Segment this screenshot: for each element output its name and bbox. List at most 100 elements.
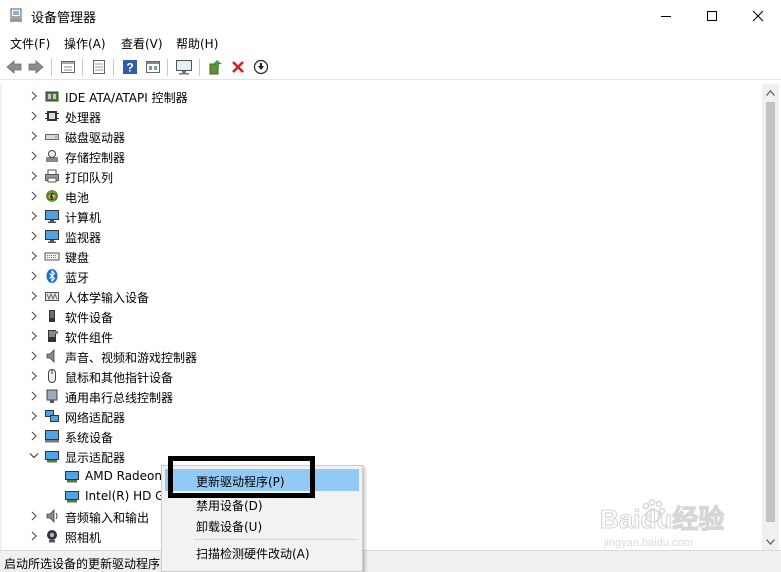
view-button[interactable] xyxy=(89,57,109,77)
download-button[interactable] xyxy=(251,57,271,77)
tree-category[interactable]: IDE ATA/ATAPI 控制器 xyxy=(0,86,762,106)
back-icon xyxy=(6,60,22,74)
tree-item-label: AMD Radeon xyxy=(85,469,162,483)
chevron-right-icon[interactable] xyxy=(29,330,39,342)
toolbar: ? xyxy=(0,55,781,80)
chevron-right-icon[interactable] xyxy=(29,110,39,122)
chevron-up-icon xyxy=(766,89,775,96)
properties-button[interactable] xyxy=(58,57,78,77)
scroll-up-button[interactable] xyxy=(762,84,779,101)
close-button[interactable] xyxy=(735,0,781,31)
tree-category[interactable]: 人体学输入设备 xyxy=(0,286,762,306)
tree-item-label: 电池 xyxy=(65,191,90,205)
chevron-right-icon[interactable] xyxy=(29,130,39,142)
chevron-right-icon[interactable] xyxy=(29,90,39,102)
tree-item-label: 键盘 xyxy=(65,251,90,265)
network-adapter-icon xyxy=(45,410,59,422)
watermark-url: jingyan.baidu.com xyxy=(603,537,693,549)
chevron-down-icon[interactable] xyxy=(29,450,39,462)
tree-item-label: IDE ATA/ATAPI 控制器 xyxy=(65,91,188,105)
menu-action[interactable]: 操作(A) xyxy=(64,35,106,52)
menu-scan-hardware[interactable]: 扫描检测硬件改动(A) xyxy=(165,541,359,563)
display-adapter-icon xyxy=(45,451,59,463)
audio-io-icon xyxy=(46,509,58,523)
chevron-right-icon[interactable] xyxy=(29,510,39,522)
tree-category[interactable]: 存储控制器 xyxy=(0,146,762,166)
tree-item-label: 监视器 xyxy=(65,231,102,245)
tree-category[interactable]: 通用串行总线控制器 xyxy=(0,386,762,406)
tree-category[interactable]: 监视器 xyxy=(0,226,762,246)
tree-child-item[interactable]: AMD Radeon xyxy=(0,466,762,486)
ide-controller-icon xyxy=(45,91,59,102)
mouse-icon xyxy=(48,369,56,383)
title-bar: 设备管理器 xyxy=(0,0,781,31)
tree-category[interactable]: 软件设备 xyxy=(0,306,762,326)
help-button[interactable]: ? xyxy=(120,57,140,77)
chevron-right-icon[interactable] xyxy=(29,210,39,222)
tree-category[interactable]: 声音、视频和游戏控制器 xyxy=(0,346,762,366)
maximize-button[interactable] xyxy=(689,0,735,31)
menu-help[interactable]: 帮助(H) xyxy=(176,35,218,52)
chevron-right-icon[interactable] xyxy=(29,270,39,282)
update-driver-button[interactable] xyxy=(205,57,225,77)
minimize-button[interactable] xyxy=(643,0,689,31)
chevron-right-icon[interactable] xyxy=(29,390,39,402)
tree-item-label: 音频输入和输出 xyxy=(65,511,150,525)
tree-category[interactable]: 蓝牙 xyxy=(0,266,762,286)
software-component-icon xyxy=(48,330,58,342)
scroll-thumb[interactable] xyxy=(766,102,775,522)
chevron-right-icon[interactable] xyxy=(29,170,39,182)
chevron-right-icon[interactable] xyxy=(29,230,39,242)
tree-category[interactable]: 磁盘驱动器 xyxy=(0,126,762,146)
menu-bar: 文件(F) 操作(A) 查看(V) 帮助(H) xyxy=(0,31,781,53)
menu-uninstall-device-label: 卸载设备(U) xyxy=(196,520,263,534)
chevron-right-icon[interactable] xyxy=(29,410,39,422)
tree-item-label: 软件组件 xyxy=(65,331,114,345)
update-driver-icon xyxy=(209,60,222,75)
tree-category[interactable]: 软件组件 xyxy=(0,326,762,346)
tree-category[interactable]: 计算机 xyxy=(0,206,762,226)
toolbar-separator xyxy=(199,59,200,76)
tree-category[interactable]: 电池 xyxy=(0,186,762,206)
tree-category[interactable]: 键盘 xyxy=(0,246,762,266)
download-icon xyxy=(253,59,269,75)
toolbar-separator xyxy=(113,59,114,76)
scan-hardware-button[interactable] xyxy=(174,57,194,77)
forward-button[interactable] xyxy=(26,57,46,77)
view-details-button[interactable] xyxy=(143,57,163,77)
tree-category[interactable]: 鼠标和其他指针设备 xyxy=(0,366,762,386)
tree-category[interactable]: 显示适配器 xyxy=(0,446,762,466)
hid-icon xyxy=(45,292,59,301)
tree-category[interactable]: 打印队列 xyxy=(0,166,762,186)
chevron-right-icon[interactable] xyxy=(29,310,39,322)
vertical-scrollbar[interactable] xyxy=(762,84,779,550)
chevron-right-icon[interactable] xyxy=(29,250,39,262)
tree-category[interactable]: 系统设备 xyxy=(0,426,762,446)
maximize-icon xyxy=(707,10,717,21)
monitor-scan-icon xyxy=(176,60,192,75)
chevron-right-icon[interactable] xyxy=(29,150,39,162)
tree-item-label: 蓝牙 xyxy=(65,271,90,285)
menu-uninstall-device[interactable]: 卸载设备(U) xyxy=(165,514,359,536)
scroll-down-button[interactable] xyxy=(762,533,779,550)
close-icon xyxy=(752,10,764,21)
chevron-right-icon[interactable] xyxy=(29,290,39,302)
back-button[interactable] xyxy=(4,57,24,77)
toolbar-separator xyxy=(167,59,168,76)
chevron-right-icon[interactable] xyxy=(29,190,39,202)
keyboard-icon xyxy=(44,252,60,261)
chevron-right-icon[interactable] xyxy=(29,530,39,542)
menu-view[interactable]: 查看(V) xyxy=(121,35,163,52)
tree-item-label: 照相机 xyxy=(65,531,102,545)
chevron-right-icon[interactable] xyxy=(29,430,39,442)
tree-item-label: 网络适配器 xyxy=(65,411,126,425)
menu-file[interactable]: 文件(F) xyxy=(10,35,50,52)
chevron-right-icon[interactable] xyxy=(29,370,39,382)
tree-item-label: 计算机 xyxy=(65,211,102,225)
tree-category[interactable]: 处理器 xyxy=(0,106,762,126)
svg-text:?: ? xyxy=(126,61,133,75)
uninstall-button[interactable] xyxy=(228,57,248,77)
chevron-right-icon[interactable] xyxy=(29,350,39,362)
tree-item-label: 鼠标和其他指针设备 xyxy=(65,371,174,385)
tree-category[interactable]: 网络适配器 xyxy=(0,406,762,426)
